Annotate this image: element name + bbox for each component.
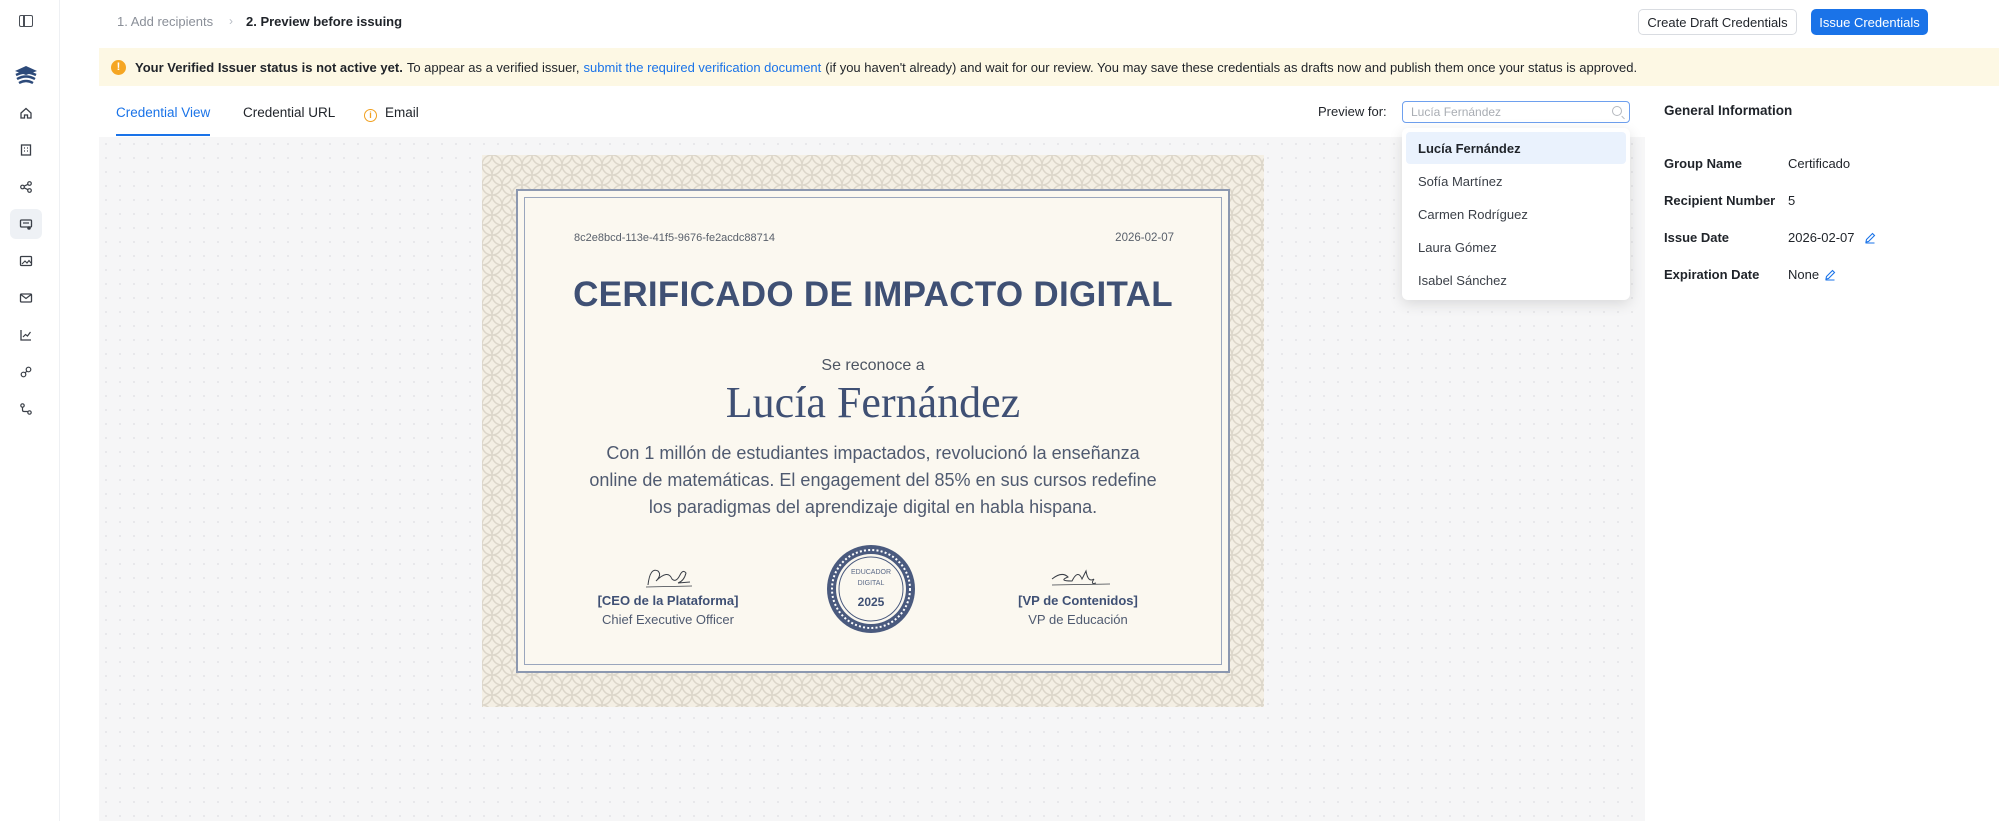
dropdown-option-laura[interactable]: Laura Gómez — [1406, 231, 1626, 263]
seal: EDUCADOR DIGITAL 2025 — [825, 543, 917, 635]
group-name-label: Group Name — [1664, 156, 1743, 171]
preview-for-label: Preview for: — [1318, 104, 1387, 119]
create-draft-button[interactable]: Create Draft Credentials — [1638, 9, 1797, 35]
integrations-icon[interactable] — [10, 357, 42, 387]
info-icon: i — [364, 109, 377, 122]
expiration-date-row: Expiration Date None — [1664, 267, 1994, 285]
seal-line-2: DIGITAL — [857, 580, 885, 587]
warning-icon: ! — [111, 59, 126, 75]
credentials-icon[interactable] — [10, 209, 42, 239]
sidebar — [0, 0, 60, 821]
recipient-number-label: Recipient Number — [1664, 193, 1776, 208]
signature-left-role: Chief Executive Officer — [602, 612, 734, 627]
recipient-search-input[interactable]: Lucía Fernández — [1402, 101, 1630, 123]
recipient-dropdown: Lucía Fernández Sofía Martínez Carmen Ro… — [1402, 128, 1630, 300]
recipient-search-placeholder: Lucía Fernández — [1411, 105, 1502, 119]
signature-right-name: [VP de Contenidos] — [1018, 593, 1138, 608]
tab-credential-view[interactable]: Credential View — [116, 105, 210, 120]
issue-date-label: Issue Date — [1664, 230, 1730, 245]
panel-title: General Information — [1664, 103, 1793, 118]
tab-email-label: Email — [385, 105, 419, 120]
signature-right-icon — [1051, 569, 1111, 586]
issue-date-row: Issue Date 2026-02-07 — [1664, 230, 1994, 248]
certificate-inner: 8c2e8bcd-113e-41f5-9676-fe2acdc88714 202… — [516, 189, 1230, 673]
recipient-name: Lucía Fernández — [725, 378, 1021, 427]
search-icon — [1612, 106, 1622, 116]
certificate-title: CERIFICADO DE IMPACTO DIGITAL — [573, 275, 1173, 314]
banner-bold-text: Your Verified Issuer status is not activ… — [135, 59, 403, 75]
step-add-recipients[interactable]: 1. Add recipients — [117, 14, 213, 29]
tab-email[interactable]: i Email — [364, 105, 419, 122]
edit-issue-date-icon[interactable] — [1864, 232, 1876, 244]
signature-left-name: [CEO de la Plataforma] — [597, 593, 739, 608]
seal-line-1: EDUCADOR — [850, 569, 892, 576]
recipient-number-value: 5 — [1788, 193, 1796, 208]
share-nodes-icon[interactable] — [10, 172, 42, 202]
certificate-subtitle: Se reconoce a — [821, 357, 925, 374]
workflow-icon[interactable] — [10, 394, 42, 424]
certificate: 8c2e8bcd-113e-41f5-9676-fe2acdc88714 202… — [482, 155, 1264, 707]
tab-credential-url[interactable]: Credential URL — [243, 105, 335, 120]
banner-text-2: (if you haven't already) and wait for ou… — [825, 59, 1638, 75]
verification-banner: ! Your Verified Issuer status is not act… — [99, 48, 1999, 86]
expiration-date-label: Expiration Date — [1664, 267, 1760, 282]
dropdown-option-sofia[interactable]: Sofía Martínez — [1406, 165, 1626, 197]
signature-left-icon — [645, 569, 693, 588]
dropdown-option-lucia[interactable]: Lucía Fernández — [1406, 132, 1626, 164]
recipient-number-row: Recipient Number 5 — [1664, 193, 1994, 211]
issue-date-value: 2026-02-07 — [1788, 230, 1855, 245]
certificate-date: 2026-02-07 — [1115, 232, 1174, 244]
active-tab-indicator — [116, 134, 210, 136]
edit-expiration-date-icon[interactable] — [1824, 269, 1836, 281]
verification-document-link[interactable]: submit the required verification documen… — [584, 60, 822, 75]
signature-right: [VP de Contenidos] VP de Educación — [988, 561, 1168, 627]
group-name-row: Group Name Certificado — [1664, 156, 1994, 174]
home-icon[interactable] — [10, 98, 42, 128]
seal-year: 2025 — [857, 595, 885, 609]
issue-credentials-button[interactable]: Issue Credentials — [1811, 9, 1928, 35]
app-root: 1. Add recipients › 2. Preview before is… — [0, 0, 1999, 821]
signature-right-role: VP de Educación — [1028, 612, 1128, 627]
expiration-date-value: None — [1788, 267, 1820, 282]
chevron-right-icon: › — [229, 14, 233, 28]
dropdown-option-carmen[interactable]: Carmen Rodríguez — [1406, 198, 1626, 230]
logo-icon — [15, 66, 37, 85]
group-name-value: Certificado — [1788, 156, 1851, 171]
sidebar-toggle-icon[interactable] — [19, 15, 33, 27]
image-icon[interactable] — [10, 246, 42, 276]
signature-left: [CEO de la Plataforma] Chief Executive O… — [578, 561, 758, 627]
certificate-description: Con 1 millón de estudiantes impactados, … — [589, 443, 1157, 517]
building-icon[interactable] — [10, 135, 42, 165]
credential-id: 8c2e8bcd-113e-41f5-9676-fe2acdc88714 — [574, 232, 776, 244]
step-preview: 2. Preview before issuing — [246, 14, 403, 29]
general-information-panel: General Information Group Name Certifica… — [1646, 86, 1999, 821]
banner-text: To appear as a verified issuer, — [406, 59, 580, 75]
mail-icon[interactable] — [10, 283, 42, 313]
dropdown-option-isabel[interactable]: Isabel Sánchez — [1406, 264, 1626, 296]
analytics-icon[interactable] — [10, 320, 42, 350]
